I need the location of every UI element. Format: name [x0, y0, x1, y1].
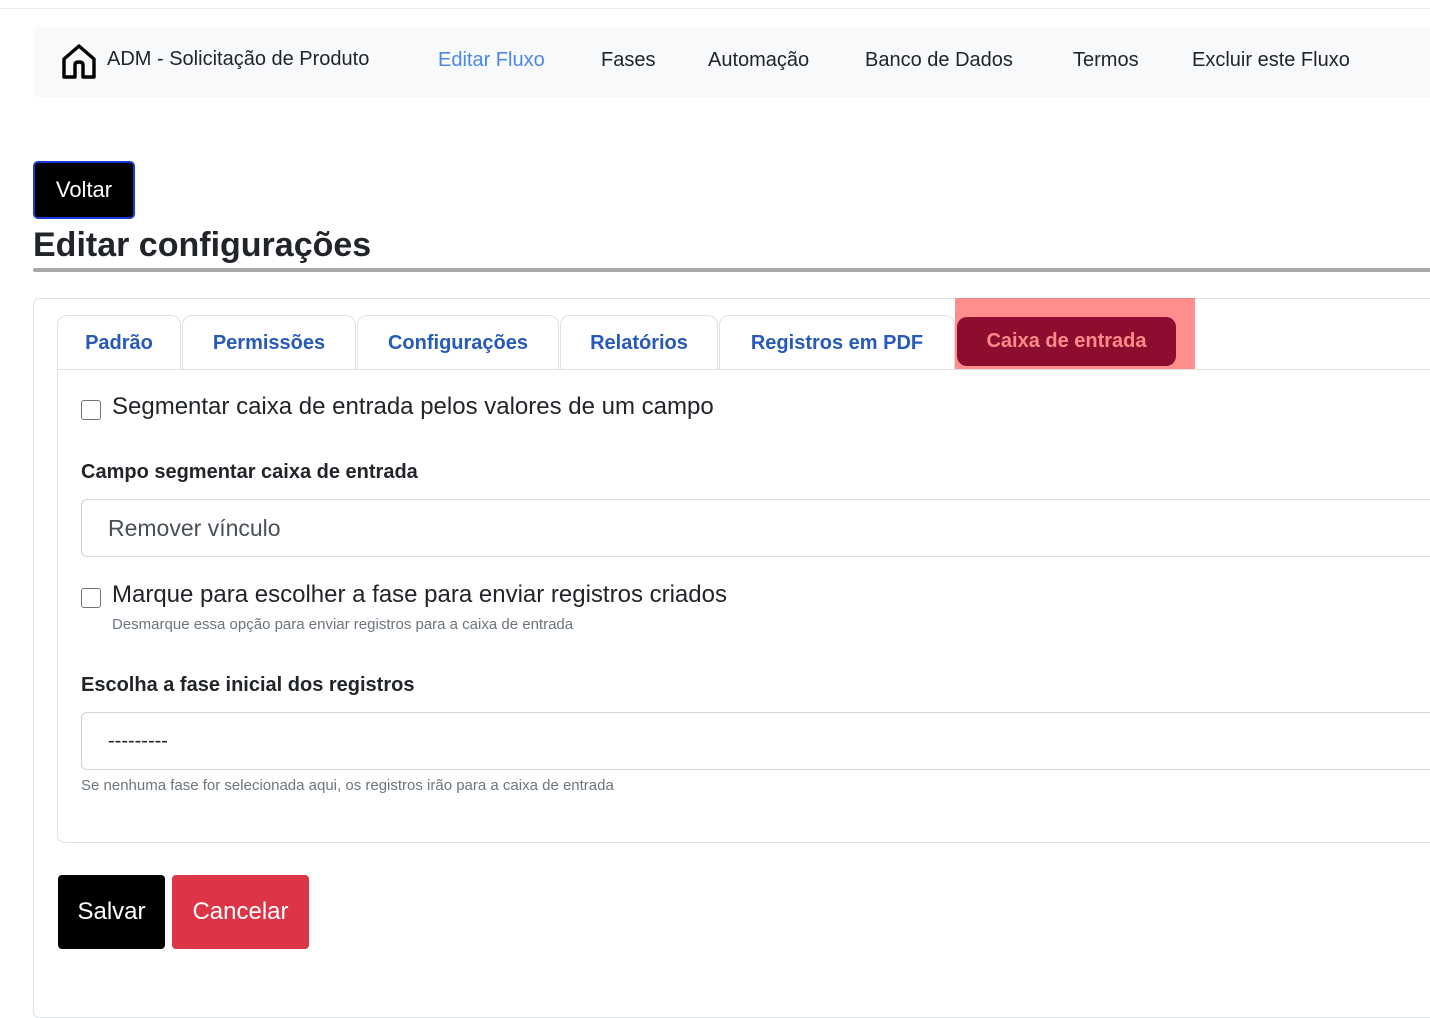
nav-link-fases[interactable]: Fases — [601, 49, 655, 72]
initial-phase-select[interactable]: --------- — [81, 712, 1430, 770]
tab-permissoes[interactable]: Permissões — [182, 315, 356, 371]
back-button[interactable]: Voltar — [33, 161, 135, 219]
nav-link-automacao[interactable]: Automação — [708, 49, 809, 72]
tab-caixa-de-entrada[interactable]: Caixa de entrada — [957, 317, 1176, 366]
initial-phase-help: Se nenhuma fase for selecionada aqui, os… — [81, 777, 614, 794]
initial-phase-label: Escolha a fase inicial dos registros — [81, 674, 415, 696]
segment-field-label: Campo segmentar caixa de entrada — [81, 461, 418, 483]
phase-checkbox-row: Marque para escolher a fase para enviar … — [81, 581, 727, 609]
top-divider — [0, 8, 1430, 9]
page-title: Editar configurações — [33, 226, 372, 264]
phase-checkbox[interactable] — [81, 588, 101, 608]
nav-link-editar-fluxo[interactable]: Editar Fluxo — [438, 49, 545, 72]
cancel-button[interactable]: Cancelar — [172, 875, 309, 949]
nav-link-excluir-fluxo[interactable]: Excluir este Fluxo — [1192, 49, 1350, 72]
title-divider — [33, 268, 1430, 272]
navbar: ADM - Solicitação de Produto Editar Flux… — [33, 27, 1430, 97]
segment-field-value: Remover vínculo — [108, 514, 281, 541]
segment-checkbox-label: Segmentar caixa de entrada pelos valores… — [112, 393, 714, 420]
phase-checkbox-help: Desmarque essa opção para enviar registr… — [112, 616, 574, 633]
initial-phase-value: --------- — [108, 729, 168, 752]
brand-title: ADM - Solicitação de Produto — [107, 48, 370, 70]
brand-link[interactable]: ADM - Solicitação de Produto — [60, 42, 369, 85]
segment-field-select[interactable]: Remover vínculo — [81, 499, 1430, 557]
phase-checkbox-label: Marque para escolher a fase para enviar … — [112, 581, 727, 608]
segment-checkbox-row: Segmentar caixa de entrada pelos valores… — [81, 393, 714, 421]
nav-link-termos[interactable]: Termos — [1073, 49, 1139, 72]
save-button[interactable]: Salvar — [58, 875, 165, 949]
tab-configuracoes[interactable]: Configurações — [357, 315, 559, 371]
tab-registros-pdf[interactable]: Registros em PDF — [719, 315, 955, 371]
segment-checkbox[interactable] — [81, 400, 101, 420]
home-icon — [60, 42, 98, 85]
tab-relatorios[interactable]: Relatórios — [560, 315, 718, 371]
tab-padrao[interactable]: Padrão — [57, 315, 181, 371]
nav-link-banco-de-dados[interactable]: Banco de Dados — [865, 49, 1013, 72]
